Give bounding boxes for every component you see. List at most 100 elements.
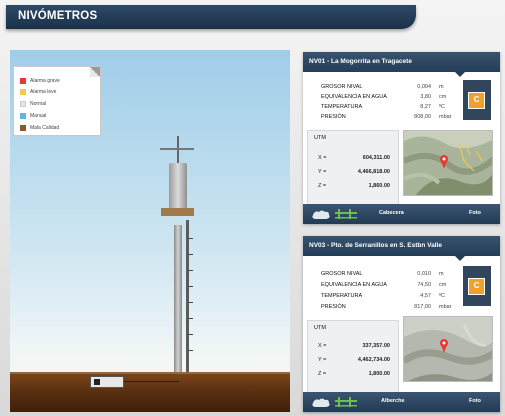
measure-unit: mbar <box>439 114 452 120</box>
scale-tick <box>189 334 193 335</box>
legend-label: Manual <box>30 113 47 119</box>
legend-label: Alarma leve <box>30 89 57 95</box>
measure-label: GROSOR NIVAL <box>321 271 363 277</box>
coord-label: X = <box>318 343 327 349</box>
measure-label: PRESIÓN <box>321 114 346 120</box>
station-equipment-icon <box>312 397 357 407</box>
legend-label: Normal <box>30 101 47 107</box>
status-badge-container: C <box>463 266 491 306</box>
station-panel-nv03: NV03 - Pto. de Serranillos en S. Estbn V… <box>303 236 500 412</box>
legend-swatch <box>20 113 26 119</box>
measure-unit: ºC <box>439 104 445 110</box>
page-title-bar: NIVÓMETROS <box>6 5 416 29</box>
measure-unit: ºC <box>439 293 445 299</box>
measure-label: TEMPERATURA <box>321 293 363 299</box>
coord-label: Y = <box>318 169 327 175</box>
station-title-text: NV03 - Pto. de Serranillos en S. Estbn V… <box>309 242 442 249</box>
station-title-text: NV01 - La Mogorrita en Tragacete <box>309 58 412 65</box>
alberche-link[interactable]: Alberche <box>381 398 405 404</box>
measure-label: EQUIVALENCIA EN AGUA <box>321 282 387 288</box>
legend-item-normal: Normal <box>20 100 46 108</box>
measure-value: 4,57 <box>420 293 431 299</box>
status-badge[interactable]: C <box>468 92 485 109</box>
measure-value: 0,010 <box>417 271 431 277</box>
legend-panel: Alarma grave Alarma leve Normal Manual M… <box>13 66 101 136</box>
scale-tick <box>189 286 193 287</box>
antenna-rod <box>177 136 179 166</box>
coord-value: 337,357.00 <box>362 343 390 349</box>
legend-item-manual: Manual <box>20 112 46 120</box>
nivometer-illustration: Alarma grave Alarma leve Normal Manual M… <box>10 50 290 412</box>
measure-unit: cm <box>439 94 447 100</box>
scale-tick <box>189 350 193 351</box>
sensor-cable <box>124 381 179 382</box>
measure-unit: m <box>439 84 444 90</box>
measure-value: 8,27 <box>420 104 431 110</box>
terrain-map-image <box>404 131 492 195</box>
coord-value: 604,311.00 <box>362 155 390 161</box>
station-footer: Alberche Foto <box>303 392 500 412</box>
status-badge-container: C <box>463 80 491 120</box>
measure-unit: m <box>439 271 444 277</box>
legend-swatch <box>20 101 26 107</box>
station-panel-nv01: NV01 - La Mogorrita en Tragacete GROSOR … <box>303 52 500 224</box>
scale-tick <box>189 254 193 255</box>
station-title: NV01 - La Mogorrita en Tragacete <box>303 52 500 77</box>
coord-value: 4,462,734.00 <box>357 357 390 363</box>
measure-value: 817,00 <box>414 304 431 310</box>
legend-swatch <box>20 89 26 95</box>
measure-unit: cm <box>439 282 447 288</box>
coord-value: 1,860.00 <box>368 183 390 189</box>
coord-label: Z = <box>318 183 327 189</box>
snow-pillow-sensor <box>90 376 124 388</box>
cabecera-link[interactable]: Cabecera <box>379 210 404 216</box>
location-map[interactable] <box>403 130 493 196</box>
legend-item-alarma-leve: Alarma leve <box>20 88 56 96</box>
legend-swatch <box>20 78 26 84</box>
legend-swatch <box>20 125 26 131</box>
utm-box: UTM X = 337,357.00 Y = 4,462,734.00 Z = … <box>307 320 399 398</box>
legend-item-mala-calidad: Mala Calidad <box>20 124 59 132</box>
station-footer: Cabecera Foto <box>303 204 500 224</box>
location-map[interactable] <box>403 316 493 382</box>
sensor-arm <box>160 148 194 150</box>
platform <box>161 208 194 216</box>
station-equipment-icon <box>312 209 357 219</box>
measure-value: 74,50 <box>417 282 431 288</box>
measure-label: PRESIÓN <box>321 304 346 310</box>
sensor-housing <box>169 163 187 209</box>
legend-label: Alarma grave <box>30 78 60 84</box>
scale-tick <box>189 302 193 303</box>
foto-link[interactable]: Foto <box>469 398 481 404</box>
coord-value: 1,800.00 <box>368 371 390 377</box>
measuring-pole <box>174 225 182 375</box>
header-notch <box>455 256 465 261</box>
scale-tick <box>189 318 193 319</box>
coord-label: Y = <box>318 357 327 363</box>
utm-box: UTM X = 604,311.00 Y = 4,466,818.00 Z = … <box>307 130 399 208</box>
snow-scale-mast <box>186 220 189 375</box>
measure-label: GROSOR NIVAL <box>321 84 363 90</box>
measure-unit: mbar <box>439 304 452 310</box>
status-badge[interactable]: C <box>468 278 485 295</box>
legend-item-alarma-grave: Alarma grave <box>20 77 60 85</box>
foto-link[interactable]: Foto <box>469 210 481 216</box>
coord-label: X = <box>318 155 327 161</box>
utm-title: UTM <box>314 325 326 331</box>
scale-tick <box>189 270 193 271</box>
terrain-map-image <box>404 317 492 381</box>
station-title: NV03 - Pto. de Serranillos en S. Estbn V… <box>303 236 500 261</box>
measure-value: 3,80 <box>420 94 431 100</box>
coord-value: 4,466,818.00 <box>357 169 390 175</box>
legend-label: Mala Calidad <box>30 125 60 131</box>
measure-value: 808,00 <box>414 114 431 120</box>
measure-label: EQUIVALENCIA EN AGUA <box>321 94 387 100</box>
measure-value: 0,004 <box>417 84 431 90</box>
utm-title: UTM <box>314 135 326 141</box>
legend-fold-corner[interactable] <box>90 67 100 77</box>
ground <box>10 374 290 412</box>
header-notch <box>455 72 465 77</box>
coord-label: Z = <box>318 371 327 377</box>
measure-label: TEMPERATURA <box>321 104 363 110</box>
scale-tick <box>189 238 193 239</box>
